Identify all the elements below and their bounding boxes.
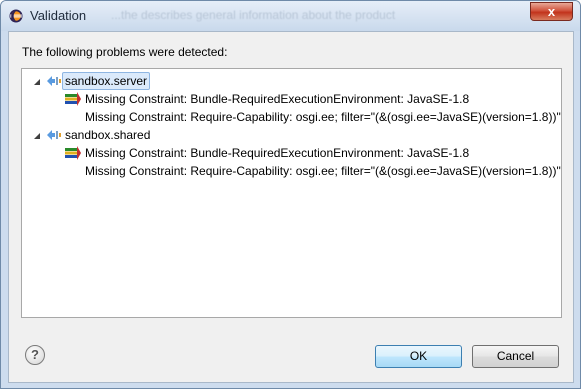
problem-row[interactable]: Missing Constraint: Bundle-RequiredExecu…: [22, 90, 561, 108]
expand-arrow-icon[interactable]: [32, 131, 42, 141]
tree-node-label[interactable]: sandbox.server: [62, 72, 151, 90]
validation-dialog-window: Validation ...the describes general info…: [0, 0, 581, 389]
title-bar[interactable]: Validation ...the describes general info…: [1, 1, 580, 31]
help-button[interactable]: ?: [25, 345, 45, 365]
problem-row[interactable]: Missing Constraint: Bundle-RequiredExecu…: [22, 144, 561, 162]
close-icon: x: [547, 4, 556, 19]
plugin-node-icon: [47, 76, 61, 86]
problem-text: Missing Constraint: Bundle-RequiredExecu…: [85, 92, 470, 106]
help-icon: ?: [31, 347, 39, 362]
background-hint-text: ...the describes general information abo…: [111, 8, 396, 22]
requirement-problem-icon: [65, 146, 81, 160]
close-button[interactable]: x: [530, 2, 573, 21]
cancel-button[interactable]: Cancel: [472, 345, 559, 368]
problem-row[interactable]: Missing Constraint: Require-Capability: …: [22, 162, 561, 180]
problems-header: The following problems were detected:: [22, 45, 228, 59]
problems-tree[interactable]: sandbox.server Missing Constraint: Bundl…: [21, 68, 562, 318]
requirement-problem-icon: [65, 92, 81, 106]
problem-row[interactable]: Missing Constraint: Require-Capability: …: [22, 108, 561, 126]
dialog-client-area: The following problems were detected: sa…: [8, 31, 574, 383]
window-title: Validation: [30, 8, 87, 23]
tree-node-label[interactable]: sandbox.shared: [63, 126, 152, 144]
tree-node-sandbox-shared[interactable]: sandbox.shared: [22, 126, 561, 144]
problem-text: Missing Constraint: Bundle-RequiredExecu…: [85, 146, 470, 160]
problem-text: Missing Constraint: Require-Capability: …: [85, 164, 561, 178]
tree-node-sandbox-server[interactable]: sandbox.server: [22, 72, 561, 90]
ok-button[interactable]: OK: [375, 345, 462, 368]
problem-text: Missing Constraint: Require-Capability: …: [85, 110, 561, 124]
eclipse-icon: [9, 9, 23, 23]
plugin-node-icon: [47, 130, 61, 140]
expand-arrow-icon[interactable]: [32, 77, 42, 87]
